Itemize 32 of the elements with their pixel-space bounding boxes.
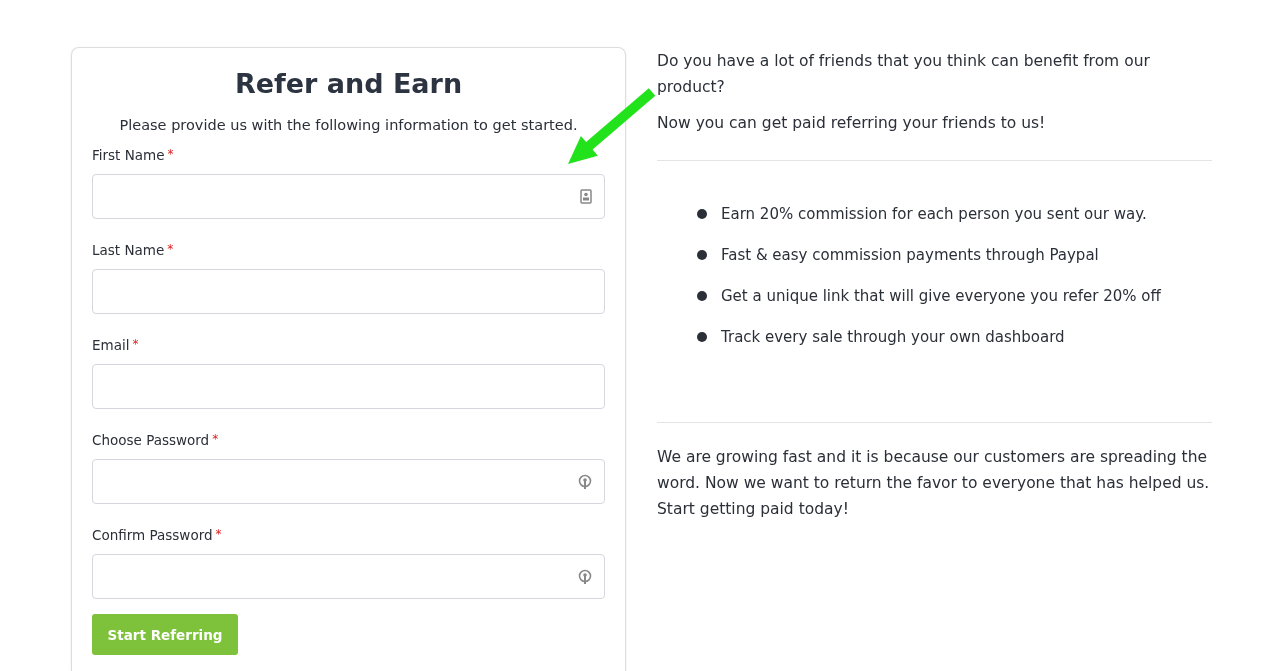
required-mark: * [167,242,174,256]
field-label: Email [92,337,130,353]
required-mark: * [215,527,222,541]
input-field[interactable] [92,554,605,599]
required-mark: * [167,147,174,161]
field-label: Confirm Password [92,527,213,543]
benefit-text: Fast & easy commission payments through Paypal [721,246,1099,264]
required-mark: * [132,337,139,351]
form-title: Refer and Earn [233,68,464,99]
bullet-icon [697,250,707,260]
input-field[interactable] [92,459,605,504]
bullet-icon [697,209,707,219]
field-label: Choose Password [92,432,210,448]
benefit-text: Track every sale through your own dashboard [721,328,1065,346]
closing-text: We are growing fast and it is because our customers are spreading the word. Now we want to return the favor to everyone that has helped us. Start getting paid today! [657,447,1211,520]
form-subtitle: Please provide us with the following information to get started. [118,117,579,133]
input-field[interactable] [92,174,605,219]
intro-text: Now you can get paid referring your friends to us! [657,113,1047,134]
input-field[interactable] [92,364,605,409]
bullet-icon [697,332,707,342]
field-label: First Name [92,147,165,163]
key-icon [578,473,592,490]
key-icon [578,568,592,585]
intro-text: Do you have a lot of friends that you think can benefit from our product? [657,51,1151,98]
field-label: Last Name [92,242,165,258]
benefit-text: Get a unique link that will give everyone you refer 20% off [721,287,1161,305]
benefit-text: Earn 20% commission for each person you sent our way. [721,205,1147,223]
required-mark: * [212,432,219,446]
submit-button[interactable]: Start Referring [92,614,238,655]
contact-card-icon [580,189,592,204]
input-field[interactable] [92,269,605,314]
bullet-icon [697,291,707,301]
